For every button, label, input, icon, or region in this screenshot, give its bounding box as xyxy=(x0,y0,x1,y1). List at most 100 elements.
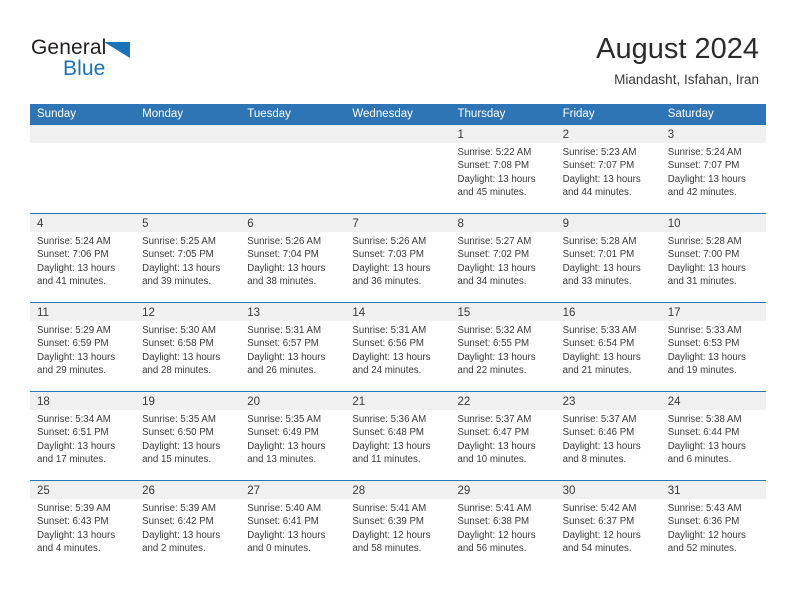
day-detail-line: Sunset: 6:43 PM xyxy=(37,516,109,528)
day-detail-line: Sunset: 6:49 PM xyxy=(247,427,319,439)
day-details: Sunrise: 5:27 AM Sunset: 7:02 PM Daylight:… xyxy=(451,232,556,288)
day-detail-line: Sunrise: 5:26 AM xyxy=(247,236,322,247)
day-detail-line: Sunrise: 5:29 AM xyxy=(37,325,111,336)
calendar-day-cell[interactable]: 10 Sunrise: 5:28 AM Sunset: 7:00 PM Dayligh… xyxy=(660,214,766,302)
calendar-day-cell[interactable]: 5 Sunrise: 5:25 AM Sunset: 7:05 PM Daylight… xyxy=(135,214,241,302)
day-number-band: 9 xyxy=(555,214,661,232)
calendar-day-cell[interactable]: 13 Sunrise: 5:31 AM Sunset: 6:57 PM Dayligh… xyxy=(240,303,346,391)
day-detail-line: Sunrise: 5:25 AM xyxy=(142,236,216,247)
day-number: 20 xyxy=(247,396,261,408)
calendar-day-cell[interactable]: 3 Sunrise: 5:24 AM Sunset: 7:07 PM Daylight… xyxy=(660,125,766,213)
calendar-day-cell[interactable]: 6 Sunrise: 5:26 AM Sunset: 7:04 PM Daylight… xyxy=(240,214,346,302)
calendar-day-cell[interactable]: 25 Sunrise: 5:39 AM Sunset: 6:43 PM Dayligh… xyxy=(30,481,136,569)
weekday-header-row: Sunday Monday Tuesday Wednesday Thursday Frid… xyxy=(30,104,766,125)
day-detail-line: Sunset: 7:02 PM xyxy=(457,249,530,261)
day-detail-line: Sunrise: 5:41 AM xyxy=(457,503,532,514)
day-number-band: 19 xyxy=(135,392,241,410)
day-number: 5 xyxy=(142,218,149,230)
day-details: Sunrise: 5:39 AM Sunset: 6:42 PM Daylight:… xyxy=(135,499,240,555)
day-detail-line: Daylight: 12 hours xyxy=(667,529,746,541)
day-number: 12 xyxy=(142,307,155,319)
day-details: Sunrise: 5:33 AM Sunset: 6:53 PM Daylight:… xyxy=(661,321,766,377)
day-detail-line: Sunset: 6:56 PM xyxy=(352,338,424,350)
calendar-day-cell[interactable]: 14 Sunrise: 5:31 AM Sunset: 6:56 PM Dayligh… xyxy=(345,303,451,391)
day-detail-line: Daylight: 13 hours xyxy=(37,351,116,363)
day-detail-line: Sunset: 7:04 PM xyxy=(247,249,319,261)
day-number-band: 4 xyxy=(30,214,136,232)
day-detail-line: Sunset: 7:03 PM xyxy=(352,249,424,261)
day-detail-line: Sunrise: 5:32 AM xyxy=(457,325,532,336)
day-details xyxy=(30,143,135,146)
calendar-day-cell[interactable]: 15 Sunrise: 5:32 AM Sunset: 6:55 PM Dayligh… xyxy=(450,303,556,391)
calendar-day-cell[interactable]: 16 Sunrise: 5:33 AM Sunset: 6:54 PM Dayligh… xyxy=(555,303,661,391)
calendar-day-cell[interactable]: 1 Sunrise: 5:22 AM Sunset: 7:08 PM Daylight… xyxy=(450,125,556,213)
day-detail-line: Sunrise: 5:33 AM xyxy=(667,325,742,336)
day-detail-line: Sunset: 6:50 PM xyxy=(142,427,214,439)
day-detail-line: Sunset: 7:01 PM xyxy=(562,249,635,261)
day-detail-line: Daylight: 13 hours xyxy=(247,529,326,541)
generalblue-logo[interactable]: General Blue xyxy=(31,36,161,84)
day-detail-line: Sunrise: 5:23 AM xyxy=(562,147,637,158)
day-details: Sunrise: 5:39 AM Sunset: 6:43 PM Daylight:… xyxy=(30,499,135,555)
calendar-day-cell[interactable]: 23 Sunrise: 5:37 AM Sunset: 6:46 PM Dayligh… xyxy=(555,392,661,480)
day-details xyxy=(345,143,450,146)
day-number: 8 xyxy=(457,218,464,230)
calendar-day-cell[interactable]: 27 Sunrise: 5:40 AM Sunset: 6:41 PM Dayligh… xyxy=(240,481,346,569)
calendar-day-cell[interactable]: 17 Sunrise: 5:33 AM Sunset: 6:53 PM Dayligh… xyxy=(660,303,766,391)
calendar-day-cell[interactable]: 18 Sunrise: 5:34 AM Sunset: 6:51 PM Dayligh… xyxy=(30,392,136,480)
calendar-day-cell[interactable]: 29 Sunrise: 5:41 AM Sunset: 6:38 PM Dayligh… xyxy=(450,481,556,569)
day-detail-line: Sunset: 6:41 PM xyxy=(247,516,319,528)
calendar-day-cell[interactable]: 19 Sunrise: 5:35 AM Sunset: 6:50 PM Dayligh… xyxy=(135,392,241,480)
day-detail-line: and 45 minutes. xyxy=(457,186,527,198)
calendar-day-cell[interactable]: 21 Sunrise: 5:36 AM Sunset: 6:48 PM Dayligh… xyxy=(345,392,451,480)
day-details: Sunrise: 5:41 AM Sunset: 6:39 PM Daylight:… xyxy=(345,499,450,555)
day-detail-line: Daylight: 13 hours xyxy=(562,173,641,185)
day-detail-line: and 44 minutes. xyxy=(562,186,632,198)
day-detail-line: Sunrise: 5:36 AM xyxy=(352,414,427,425)
day-number: 25 xyxy=(37,485,50,497)
day-detail-line: Sunset: 7:08 PM xyxy=(457,160,530,172)
day-number-band: 8 xyxy=(450,214,556,232)
calendar-day-cell[interactable]: 22 Sunrise: 5:37 AM Sunset: 6:47 PM Dayligh… xyxy=(450,392,556,480)
calendar-day-cell[interactable]: 20 Sunrise: 5:35 AM Sunset: 6:49 PM Dayligh… xyxy=(240,392,346,480)
day-detail-line: and 17 minutes. xyxy=(37,453,106,465)
calendar-day-cell[interactable]: 9 Sunrise: 5:28 AM Sunset: 7:01 PM Daylight… xyxy=(555,214,661,302)
day-number: 6 xyxy=(247,218,254,230)
day-number-band: 13 xyxy=(240,303,346,321)
calendar-day-cell[interactable]: 26 Sunrise: 5:39 AM Sunset: 6:42 PM Dayligh… xyxy=(135,481,241,569)
calendar-day-cell[interactable]: 2 Sunrise: 5:23 AM Sunset: 7:07 PM Daylight… xyxy=(555,125,661,213)
calendar-day-cell[interactable]: 12 Sunrise: 5:30 AM Sunset: 6:58 PM Dayligh… xyxy=(135,303,241,391)
calendar-day-cell[interactable]: 30 Sunrise: 5:42 AM Sunset: 6:37 PM Dayligh… xyxy=(555,481,661,569)
calendar-day-cell[interactable]: 7 Sunrise: 5:26 AM Sunset: 7:03 PM Daylight… xyxy=(345,214,451,302)
calendar-day-cell-empty xyxy=(240,125,346,213)
day-details: Sunrise: 5:29 AM Sunset: 6:59 PM Daylight:… xyxy=(30,321,135,377)
day-detail-line: Sunrise: 5:37 AM xyxy=(457,414,532,425)
calendar-day-cell[interactable]: 8 Sunrise: 5:27 AM Sunset: 7:02 PM Daylight… xyxy=(450,214,556,302)
day-details: Sunrise: 5:35 AM Sunset: 6:49 PM Daylight:… xyxy=(240,410,345,466)
calendar-weeks: 1 Sunrise: 5:22 AM Sunset: 7:08 PM Daylight… xyxy=(30,125,766,569)
day-detail-line: Sunrise: 5:43 AM xyxy=(667,503,742,514)
day-details: Sunrise: 5:42 AM Sunset: 6:37 PM Daylight:… xyxy=(556,499,661,555)
day-detail-line: Sunset: 6:44 PM xyxy=(667,427,740,439)
day-detail-line: Daylight: 13 hours xyxy=(142,529,221,541)
day-detail-line: Sunrise: 5:37 AM xyxy=(562,414,637,425)
day-number: 30 xyxy=(562,485,576,497)
weekday-header-monday: Monday xyxy=(142,108,184,120)
calendar-day-cell[interactable]: 24 Sunrise: 5:38 AM Sunset: 6:44 PM Dayligh… xyxy=(660,392,766,480)
day-number: 11 xyxy=(37,307,49,319)
day-detail-line: and 52 minutes. xyxy=(667,542,737,554)
day-detail-line: and 15 minutes. xyxy=(142,453,212,465)
day-detail-line: Daylight: 13 hours xyxy=(352,262,431,274)
day-number: 22 xyxy=(457,396,471,408)
calendar-day-cell[interactable]: 28 Sunrise: 5:41 AM Sunset: 6:39 PM Dayligh… xyxy=(345,481,451,569)
day-detail-line: Sunset: 6:51 PM xyxy=(37,427,109,439)
calendar-day-cell[interactable]: 31 Sunrise: 5:43 AM Sunset: 6:36 PM Dayligh… xyxy=(660,481,766,569)
calendar-day-cell[interactable]: 4 Sunrise: 5:24 AM Sunset: 7:06 PM Daylight… xyxy=(30,214,136,302)
day-detail-line: and 8 minutes. xyxy=(562,453,627,465)
day-detail-line: Daylight: 13 hours xyxy=(37,529,116,541)
day-number: 1 xyxy=(457,129,464,141)
day-detail-line: Sunset: 6:48 PM xyxy=(352,427,424,439)
day-number: 3 xyxy=(667,129,675,141)
day-detail-line: and 10 minutes. xyxy=(457,453,527,465)
calendar-day-cell[interactable]: 11 Sunrise: 5:29 AM Sunset: 6:59 PM Dayligh… xyxy=(30,303,136,391)
